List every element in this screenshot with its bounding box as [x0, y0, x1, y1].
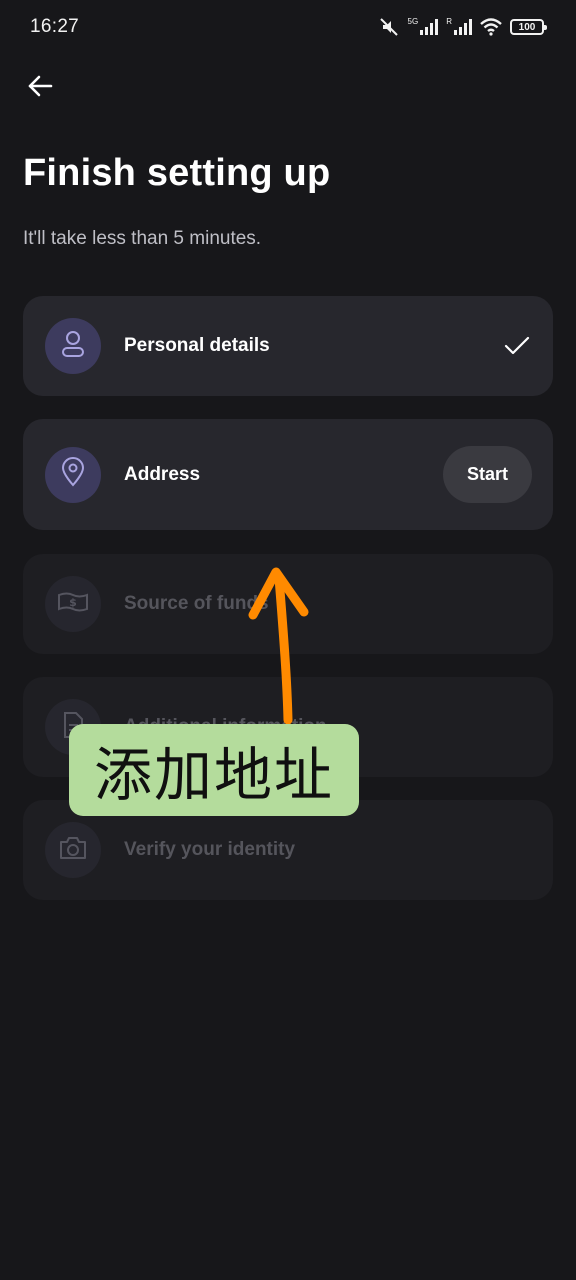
status-bar: 16:27 5G R 100 [0, 0, 576, 54]
svg-text:$: $ [69, 596, 77, 609]
signal-1-icon [420, 19, 439, 35]
step-label: Personal details [124, 335, 270, 356]
wifi-icon [480, 18, 502, 36]
signal-2-label: R [446, 16, 452, 26]
signal-1-label: 5G [407, 16, 419, 26]
step-icon-circle [45, 822, 101, 878]
step-label: Address [124, 463, 201, 485]
step-icon-circle: $ [45, 576, 101, 632]
location-pin-icon [60, 457, 86, 492]
step-label: Source of funds [124, 593, 269, 614]
status-time: 16:27 [30, 16, 80, 37]
page-title: Finish setting up [23, 152, 331, 194]
step-address[interactable]: Address Start [23, 419, 553, 530]
status-icons: 5G R 100 [378, 16, 547, 37]
annotation-label: 添加地址 [69, 724, 359, 816]
start-button[interactable]: Start [443, 446, 532, 503]
signal-2-icon [454, 19, 472, 35]
step-icon-circle [45, 446, 101, 503]
annotation-arrow [248, 567, 309, 725]
page-subtitle: It'll take less than 5 minutes. [23, 228, 262, 249]
step-icon-circle [45, 318, 101, 374]
mute-icon [378, 17, 400, 37]
step-personal-details[interactable]: Personal details [23, 296, 553, 396]
step-label: Verify your identity [124, 839, 296, 860]
person-icon [59, 329, 87, 364]
battery-level: 100 [518, 21, 536, 33]
camera-icon [58, 835, 88, 866]
back-button[interactable] [22, 70, 58, 106]
battery-icon: 100 [510, 19, 547, 35]
banknote-icon: $ [57, 591, 89, 618]
arrow-left-icon [27, 74, 53, 103]
check-icon [503, 332, 531, 360]
